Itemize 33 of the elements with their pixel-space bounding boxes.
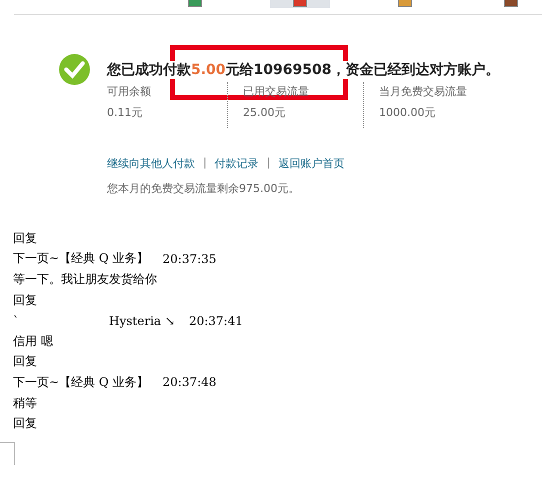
sender-name: 下一页~【经典 Q 业务】 [13,250,149,268]
link[interactable]: 返回账户首页 [278,156,344,171]
link[interactable]: 继续向其他人付款 [107,156,195,171]
reply-link[interactable]: 回复 [13,415,37,432]
message-text: 信用 嗯 [13,332,53,350]
tab-icon [188,0,202,7]
message-text: 稍等 [13,394,37,412]
sender-mark: ` [13,314,20,328]
message-time: 20:37:48 [162,375,216,390]
tab-icon [398,0,412,7]
stat-value: 0.11元 [107,105,144,120]
stat-label: 可用余额 [107,84,152,99]
link-separator: | [203,156,207,171]
reply-link[interactable]: 回复 [13,353,37,370]
sender-name: Hysteria ↘ [109,314,175,328]
message-text: 等一下。我让朋友发货给你 [13,270,157,288]
reply-link[interactable]: 回复 [13,292,37,309]
stat-value: 25.00元 [243,105,286,120]
check-icon [58,53,91,86]
tab[interactable] [270,0,330,8]
link[interactable]: 付款记录 [214,156,259,171]
message-time: 20:37:35 [162,252,216,266]
stat-label: 当月免费交易流量 [379,84,468,99]
frame-corner [0,442,15,465]
reply-link[interactable]: 回复 [13,230,37,247]
quota-note: 您本月的免费交易流量剩余975.00元。 [107,181,300,196]
link-separator: | [266,156,270,171]
sender-name: 下一页~【经典 Q 业务】 [13,374,149,391]
stat-label: 已用交易流量 [243,84,310,99]
stat-value: 1000.00元 [379,105,436,120]
message-time: 20:37:41 [188,314,243,328]
tab-icon [293,0,308,7]
tab-icon [504,0,518,7]
